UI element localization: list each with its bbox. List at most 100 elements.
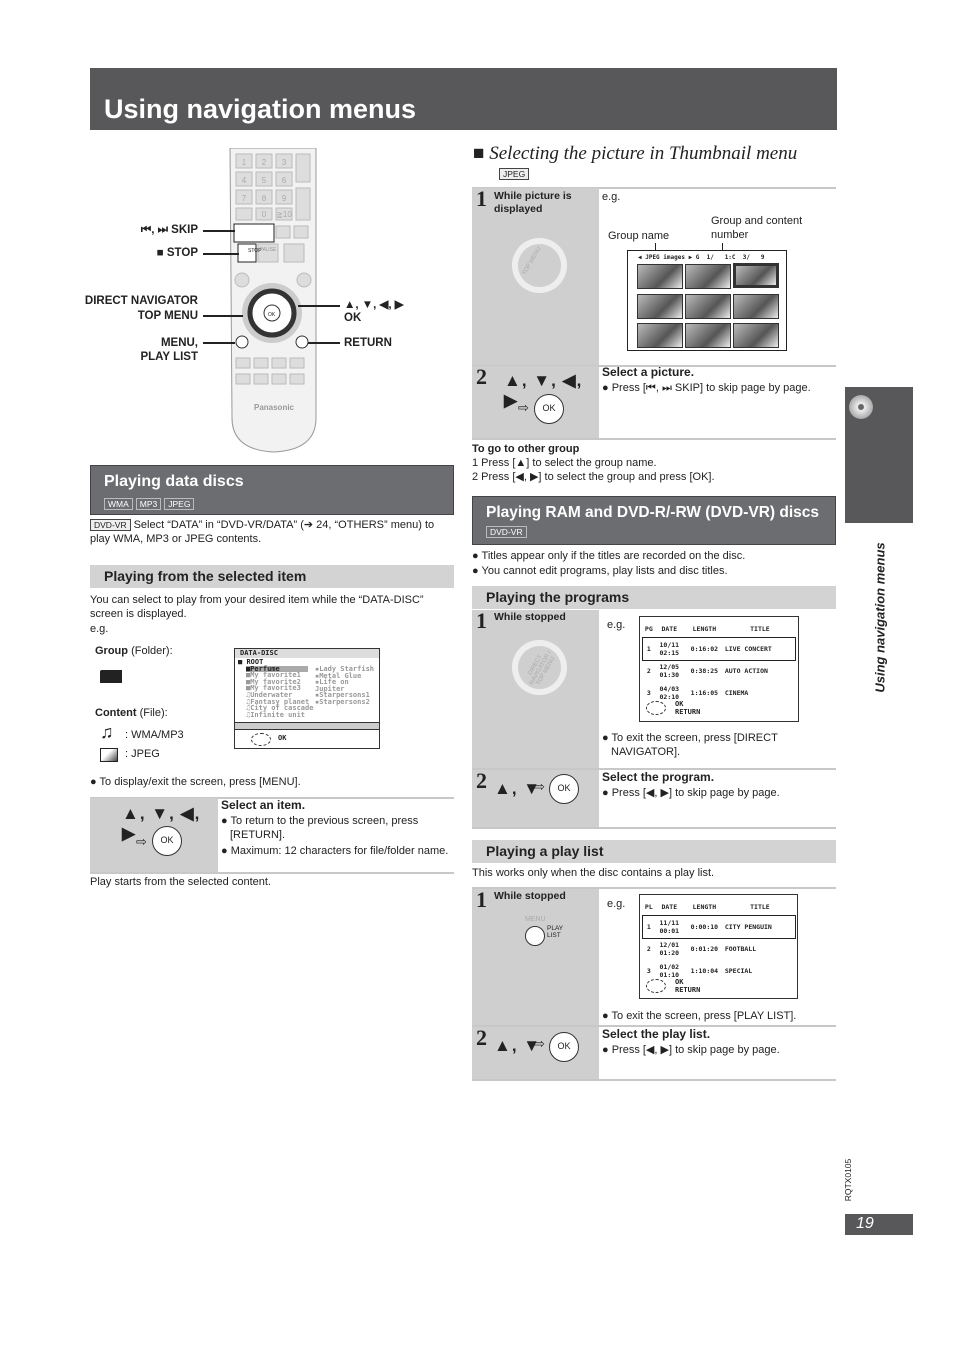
thumbnail xyxy=(733,323,779,348)
remote-label-menu: MENU, xyxy=(160,337,198,349)
step-panel: 1 While picture is displayed TOP MENU xyxy=(472,186,599,365)
selected-item-text: You can select to play from your desired… xyxy=(90,594,424,620)
table-row[interactable]: 3 04/03 02:10 1:16:05 CINEMA xyxy=(643,682,795,704)
step-panel: 2 ▲, ▼ ⇨ OK xyxy=(472,1025,599,1079)
svg-text:2: 2 xyxy=(262,158,267,167)
column-header: DATE xyxy=(661,903,678,911)
content-label: Content (File): xyxy=(95,707,168,719)
arrow-right-icon: ⇨ xyxy=(534,1036,545,1051)
screen-file-item: ▪Starpersons2 xyxy=(315,697,370,706)
svg-text:8: 8 xyxy=(262,194,267,203)
thumbnail xyxy=(685,264,731,289)
section-bar-programs: Playing the programs xyxy=(472,586,836,609)
remote-label-stop: ■ STOP xyxy=(156,247,198,259)
svg-text:4: 4 xyxy=(242,176,247,185)
play-starts-text: Play starts from the selected content. xyxy=(90,876,271,888)
arrow-right-icon: ⇨ xyxy=(136,834,147,849)
music-note-icon: ♫ xyxy=(100,722,114,742)
top-menu-button-icon: TOP MENU xyxy=(501,227,578,304)
badge-dvd-vr: DVD-VR xyxy=(90,519,131,531)
column-header: PL xyxy=(644,903,653,911)
data-discs-intro: DVD-VR Select “DATA” in “DVD-VR/DATA” (➔ … xyxy=(90,519,435,545)
group-label: Group (Folder): xyxy=(95,645,173,657)
badge-jpeg: JPEG xyxy=(164,498,195,510)
step-panel: 1 While stopped MENU PLAY LIST xyxy=(472,887,599,1026)
thumbnail xyxy=(685,323,731,348)
remote-label-arrows: ▲, ▼, ◀, ▶ xyxy=(344,299,404,311)
svg-text:9: 9 xyxy=(282,194,287,203)
page-title: Using navigation menus xyxy=(104,94,417,124)
title-bar: Using navigation menus xyxy=(90,68,837,130)
step-panel: 1 While stopped DIRECT NAVIGATOR / TOP M… xyxy=(472,608,599,768)
side-tab xyxy=(845,387,913,523)
screen-header: ◀ JPEG images ▶ G 1/ 1:C 3/ 9 xyxy=(638,254,765,261)
programs-screen: PG DATE LENGTH TITLE 1 10/11 02:15 0:16:02 LIVE … xyxy=(639,616,799,722)
column-header: LENGTH xyxy=(692,903,717,911)
remote-pause-button: PAUSE xyxy=(259,247,277,253)
dpad-icon xyxy=(646,701,666,715)
callout-group-content: Group and content number xyxy=(711,215,803,241)
svg-text:7: 7 xyxy=(242,194,247,203)
menu-note: ● To display/exit the screen, press [MEN… xyxy=(90,776,301,788)
section-header-data-discs: Playing data discs WMA MP3 JPEG xyxy=(90,465,454,515)
other-group: To go to other group 1 Press [▲] to sele… xyxy=(472,443,715,483)
column-header: PG xyxy=(644,625,653,633)
remote-label-skip: ⏮, ⏭ SKIP xyxy=(140,224,198,236)
dpad-icon xyxy=(251,733,271,746)
table-row[interactable]: 2 12/05 01:30 0:38:25 AUTO ACTION xyxy=(643,660,795,682)
table-row[interactable]: 1 11/11 00:01 0:00:10 CITY PENGUIN xyxy=(642,915,796,939)
svg-text:5: 5 xyxy=(262,176,267,185)
side-tab-label: Using navigation menus xyxy=(872,542,888,693)
ok-button-icon: OK xyxy=(549,1032,579,1062)
folder-icon xyxy=(100,670,122,683)
badge-mp3: MP3 xyxy=(135,498,162,510)
thumbnail xyxy=(685,294,731,319)
remote-label-return: RETURN xyxy=(344,337,392,349)
column-header: TITLE xyxy=(750,625,770,633)
column-header: DATE xyxy=(661,625,678,633)
remote-icon: 123 456 789 0 ≧10 STOP OK Panasonic xyxy=(229,147,317,453)
thumbnail-screen: ◀ JPEG images ▶ G 1/ 1:C 3/ 9 xyxy=(627,250,787,351)
section-bar-play-list: Playing a play list xyxy=(472,840,836,863)
section-bar-selected-item: Playing from the selected item xyxy=(90,565,454,588)
callout-group-name: Group name xyxy=(608,230,670,242)
arrow-right-icon: ⇨ xyxy=(518,400,529,415)
section-header-dvd-vr: Playing RAM and DVD-R/-RW (DVD-VR) discs… xyxy=(472,496,836,545)
thumbnail-selected xyxy=(733,263,779,288)
doc-code: RQTX0105 xyxy=(843,1158,853,1202)
thumbnail-heading: ■ Selecting the picture in Thumbnail men… xyxy=(473,143,798,164)
section-title: Playing data discs xyxy=(104,473,244,490)
ok-button-icon: OK xyxy=(549,774,579,804)
table-row[interactable]: 2 12/01 01:20 0:01:20 FOOTBALL xyxy=(643,938,795,960)
ok-button-icon: OK xyxy=(152,826,182,856)
column-header: TITLE xyxy=(750,903,770,911)
screen-file-item: ♫Infinite unit xyxy=(246,710,306,719)
thumbnail xyxy=(637,323,683,348)
thumbnail xyxy=(637,264,683,289)
remote-illustration: 123 456 789 0 ≧10 STOP OK Panasonic PAUSE xyxy=(228,147,320,453)
badge-jpeg: JPEG xyxy=(499,168,530,180)
step-panel: 2 ▲, ▼ ⇨ OK xyxy=(472,768,599,827)
table-row[interactable]: 1 10/11 02:15 0:16:02 LIVE CONCERT xyxy=(642,637,796,661)
remote-label-play-list: PLAY LIST xyxy=(140,351,198,363)
svg-text:6: 6 xyxy=(282,176,287,185)
jpeg-label: : JPEG xyxy=(125,748,160,760)
remote-label-ok: OK xyxy=(344,312,362,324)
disc-icon xyxy=(849,395,873,419)
badge-wma: WMA xyxy=(104,498,133,510)
playlist-screen: PL DATE LENGTH TITLE 1 11/11 00:01 0:00:10 CITY … xyxy=(639,894,798,999)
column-header: LENGTH xyxy=(692,625,717,633)
step-title: Select an item. xyxy=(221,798,306,812)
wma-mp3-label: : WMA/MP3 xyxy=(125,729,184,741)
play-list-button-icon xyxy=(525,926,545,946)
ok-button-icon: OK xyxy=(534,394,564,424)
remote-label-top-menu: TOP MENU xyxy=(137,310,198,322)
svg-text:OK: OK xyxy=(268,312,276,318)
thumbnail xyxy=(637,294,683,319)
table-row[interactable]: 3 01/02 01:10 1:10:04 SPECIAL xyxy=(643,960,795,982)
step-panel: 2 ▲, ▼, ◀, ▶ ⇨ OK xyxy=(472,364,599,438)
data-disc-screen: DATA-DISC ■ ROOT ■Perfume ■My favorite1 … xyxy=(234,648,380,749)
step-panel: ▲, ▼, ◀, ▶ ⇨ OK xyxy=(90,798,218,872)
arrow-right-icon: ⇨ xyxy=(534,779,545,794)
svg-text:0: 0 xyxy=(262,210,267,219)
